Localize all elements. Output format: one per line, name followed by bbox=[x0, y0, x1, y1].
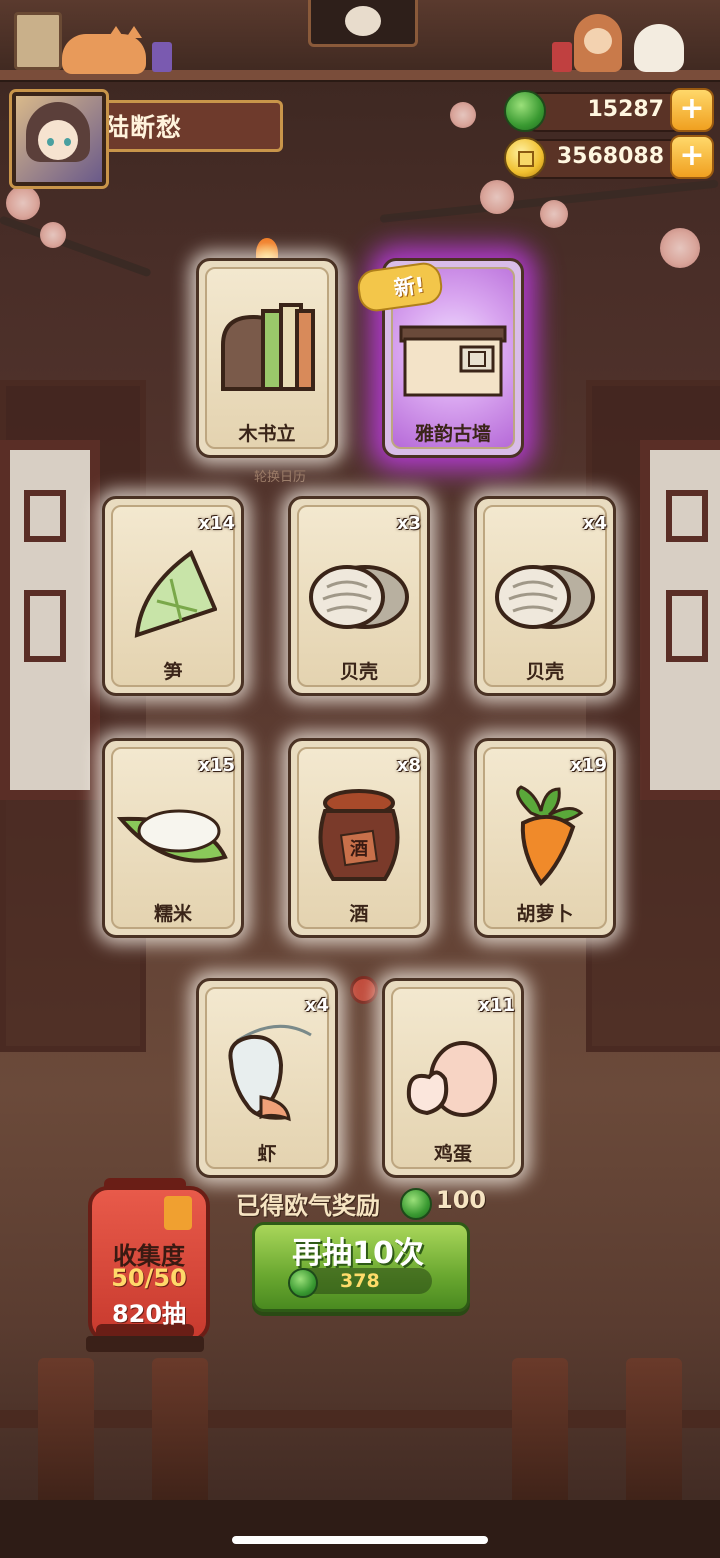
shell-icon bbox=[495, 565, 595, 629]
lantern-badge bbox=[164, 1196, 192, 1230]
blossom bbox=[40, 222, 66, 248]
card-count: x4 bbox=[582, 513, 607, 534]
ancient-wall-icon bbox=[399, 325, 507, 397]
card-bookend[interactable]: 木书立 bbox=[196, 258, 338, 458]
cup-decoration bbox=[152, 42, 172, 72]
egg-icon bbox=[406, 1041, 497, 1117]
floor-post bbox=[152, 1358, 208, 1508]
jade-icon bbox=[288, 1268, 318, 1298]
card-count: x8 bbox=[396, 755, 421, 776]
carrot-icon bbox=[516, 785, 584, 887]
blossom bbox=[450, 102, 476, 128]
cup-decoration bbox=[552, 42, 572, 72]
white-cat-decoration bbox=[634, 24, 684, 72]
collection-draw-count: 820抽 bbox=[111, 1300, 187, 1328]
lattice-window-left bbox=[0, 440, 100, 800]
paw-box-decoration bbox=[14, 12, 62, 70]
card-count: x19 bbox=[570, 755, 607, 776]
card-count: x14 bbox=[198, 513, 235, 534]
card-wine[interactable]: x8 酒 酒 bbox=[288, 738, 430, 938]
floor-post bbox=[512, 1358, 568, 1508]
lantern-stand bbox=[86, 1336, 204, 1352]
reward-label: 已得欧气奖励 bbox=[236, 1192, 380, 1220]
card-label: 笋 bbox=[163, 661, 183, 683]
player-avatar[interactable] bbox=[9, 89, 109, 189]
diamond-ornament bbox=[350, 976, 378, 1004]
add-jade-button[interactable]: + bbox=[670, 88, 714, 132]
card-shell[interactable]: x3 贝壳 bbox=[288, 496, 430, 696]
blossom bbox=[6, 186, 40, 220]
card-label: 酒 bbox=[349, 903, 369, 925]
collection-progress: 50/50 bbox=[111, 1264, 187, 1292]
coin-amount: 3568088 bbox=[556, 144, 664, 169]
card-count: x11 bbox=[478, 995, 515, 1016]
cat-portrait-banner bbox=[308, 0, 418, 47]
floor bbox=[0, 1500, 720, 1558]
blossom bbox=[480, 180, 514, 214]
card-shrimp[interactable]: x4 虾 bbox=[196, 978, 338, 1178]
card-egg[interactable]: x11 鸡蛋 bbox=[382, 978, 524, 1178]
wine-jar-icon: 酒 bbox=[318, 789, 400, 881]
sleeping-cat-decoration bbox=[62, 26, 146, 74]
card-label: 贝壳 bbox=[525, 661, 564, 683]
card-carrot[interactable]: x19 胡萝卜 bbox=[474, 738, 616, 938]
add-coin-button[interactable]: + bbox=[670, 135, 714, 179]
wine-jar-label: 酒 bbox=[350, 838, 368, 860]
draw-again-label: 再抽10次 bbox=[292, 1236, 424, 1271]
bamboo-shoot-icon bbox=[134, 549, 217, 638]
rice-icon bbox=[117, 809, 228, 863]
card-label: 贝壳 bbox=[339, 661, 378, 683]
jade-amount: 15287 bbox=[587, 97, 664, 122]
floor-post bbox=[38, 1358, 94, 1508]
blossom bbox=[660, 228, 700, 268]
shell-icon bbox=[309, 565, 409, 629]
floor-post bbox=[626, 1358, 682, 1508]
floor-rail bbox=[0, 1410, 720, 1428]
draw-cost: 378 bbox=[340, 1270, 380, 1292]
lattice-window-right bbox=[640, 440, 720, 800]
card-label: 雅韵古墙 bbox=[414, 423, 491, 445]
reward-value: 100 bbox=[436, 1186, 487, 1214]
shrimp-icon bbox=[228, 1024, 312, 1122]
card-label: 胡萝卜 bbox=[516, 903, 574, 925]
branch-left bbox=[0, 215, 152, 278]
rotation-calendar-label: 轮换日历 bbox=[254, 470, 307, 485]
card-label: 木书立 bbox=[238, 423, 296, 445]
card-count: x15 bbox=[198, 755, 235, 776]
card-label: 鸡蛋 bbox=[433, 1143, 472, 1165]
card-rice[interactable]: x15 糯米 bbox=[102, 738, 244, 938]
home-indicator[interactable] bbox=[232, 1536, 488, 1544]
player-name: 陆断愁 bbox=[104, 113, 183, 142]
card-label: 虾 bbox=[257, 1143, 277, 1165]
bookend-icon bbox=[221, 303, 315, 391]
card-label: 糯米 bbox=[153, 903, 192, 925]
jade-icon bbox=[400, 1188, 432, 1220]
blossom bbox=[540, 200, 568, 228]
doll-decoration bbox=[574, 14, 622, 72]
card-shell[interactable]: x4 贝壳 bbox=[474, 496, 616, 696]
card-count: x4 bbox=[304, 995, 329, 1016]
card-bamboo-shoot[interactable]: x14 笋 bbox=[102, 496, 244, 696]
card-count: x3 bbox=[396, 513, 421, 534]
